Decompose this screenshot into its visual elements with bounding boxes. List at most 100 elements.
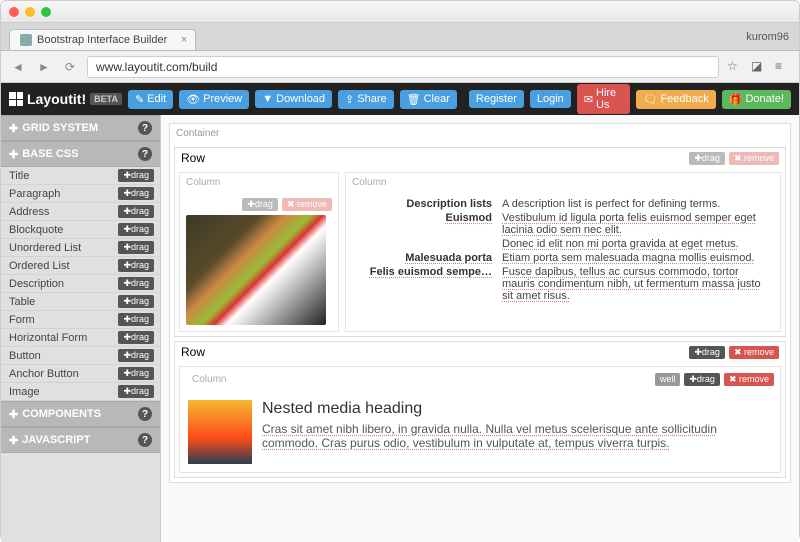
help-icon[interactable]: ? bbox=[138, 433, 152, 447]
column-box[interactable]: Column Description listsA description li… bbox=[345, 172, 781, 332]
close-window-button[interactable] bbox=[9, 7, 19, 17]
sidebar-item-label: Button bbox=[9, 350, 41, 362]
drag-badge[interactable]: ✚drag bbox=[118, 259, 154, 272]
column-label: Column bbox=[346, 173, 780, 192]
edit-button[interactable]: ✎Edit bbox=[128, 90, 173, 109]
sidebar-item-label: Horizontal Form bbox=[9, 332, 87, 344]
drag-badge[interactable]: ✚drag bbox=[118, 187, 154, 200]
drag-badge[interactable]: ✚drag bbox=[118, 277, 154, 290]
help-icon[interactable]: ? bbox=[138, 121, 152, 135]
back-icon[interactable]: ◄ bbox=[9, 58, 27, 76]
preview-button[interactable]: 👁Preview bbox=[179, 90, 249, 109]
sidebar-item-label: Paragraph bbox=[9, 188, 60, 200]
sidebar-item[interactable]: Anchor Button✚drag bbox=[1, 365, 160, 383]
help-icon[interactable]: ? bbox=[138, 407, 152, 421]
sidebar-item[interactable]: Table✚drag bbox=[1, 293, 160, 311]
drag-badge[interactable]: ✚drag bbox=[118, 295, 154, 308]
download-icon: ▼ bbox=[262, 93, 273, 105]
plus-icon-alt: ✚ bbox=[9, 434, 18, 447]
beta-badge: BETA bbox=[90, 93, 122, 105]
drag-badge[interactable]: ✚drag bbox=[118, 385, 154, 398]
sidebar-item[interactable]: Image ✚drag bbox=[1, 383, 160, 401]
brand[interactable]: Layoutit! BETA bbox=[9, 91, 122, 107]
close-tab-icon[interactable]: × bbox=[181, 34, 187, 46]
drag-badge[interactable]: ✚drag bbox=[118, 349, 154, 362]
sidebar-item-label: Form bbox=[9, 314, 35, 326]
item-remove-button[interactable]: ✖ remove bbox=[282, 198, 332, 211]
column-label: Column bbox=[186, 370, 232, 389]
sidebar-item[interactable]: Button ✚drag bbox=[1, 347, 160, 365]
sidebar-item[interactable]: Address✚drag bbox=[1, 203, 160, 221]
sidebar-header-grid[interactable]: ✚ GRID SYSTEM ? bbox=[1, 115, 160, 141]
plus-icon: ✚ bbox=[9, 408, 18, 421]
sidebar-item[interactable]: Unordered List✚drag bbox=[1, 239, 160, 257]
forward-icon[interactable]: ► bbox=[35, 58, 53, 76]
sidebar-item[interactable]: Ordered List ✚drag bbox=[1, 257, 160, 275]
sidebar-header-basecss[interactable]: ✚ BASE CSS ? bbox=[1, 141, 160, 167]
well-button[interactable]: well bbox=[655, 373, 681, 386]
drag-badge[interactable]: ✚drag bbox=[118, 223, 154, 236]
drag-badge[interactable]: ✚drag bbox=[118, 205, 154, 218]
image-placeholder[interactable] bbox=[186, 215, 326, 325]
sidebar-item[interactable]: Blockquote✚drag bbox=[1, 221, 160, 239]
download-button[interactable]: ▼Download bbox=[255, 90, 332, 108]
column-box[interactable]: Column well ✚drag ✖ remove Nested media … bbox=[179, 366, 781, 473]
login-button[interactable]: Login bbox=[530, 90, 571, 108]
url-input[interactable] bbox=[87, 56, 719, 78]
row-remove-button[interactable]: ✖ remove bbox=[729, 346, 779, 359]
row-box[interactable]: Row ✚drag ✖ remove Column ✚drag ✖ remove bbox=[174, 147, 786, 337]
row-remove-button[interactable]: ✖ remove bbox=[729, 152, 779, 165]
register-button[interactable]: Register bbox=[469, 90, 524, 108]
share-icon: ⇪ bbox=[345, 93, 354, 106]
sidebar-header-javascript[interactable]: ✚ JAVASCRIPT ? bbox=[1, 427, 160, 453]
pencil-icon: ✎ bbox=[135, 93, 144, 106]
description-list: Description listsA description list is p… bbox=[352, 198, 774, 302]
plus-icon: ✚ bbox=[9, 122, 18, 135]
row-label: Row bbox=[181, 151, 205, 165]
mail-icon: ✉ bbox=[584, 93, 593, 106]
container-box[interactable]: Container Row ✚drag ✖ remove Column ✚dra… bbox=[169, 123, 791, 483]
drag-badge[interactable]: ✚drag bbox=[118, 169, 154, 182]
hire-us-button[interactable]: ✉Hire Us bbox=[577, 84, 631, 114]
sidebar-item[interactable]: Title ✚drag bbox=[1, 167, 160, 185]
bookmark-icon[interactable]: ☆ bbox=[727, 59, 743, 75]
brand-label: Layoutit! bbox=[27, 91, 86, 107]
drag-badge[interactable]: ✚drag bbox=[118, 331, 154, 344]
plus-icon: ✚ bbox=[9, 148, 18, 161]
sidebar-item-label: Image bbox=[9, 386, 40, 398]
drag-badge[interactable]: ✚drag bbox=[118, 367, 154, 380]
maximize-window-button[interactable] bbox=[41, 7, 51, 17]
sidebar-item[interactable]: Paragraph ✚drag bbox=[1, 185, 160, 203]
window-titlebar bbox=[1, 1, 799, 23]
sidebar-item[interactable]: Horizontal Form ✚drag bbox=[1, 329, 160, 347]
item-remove-button[interactable]: ✖ remove bbox=[724, 373, 774, 386]
minimize-window-button[interactable] bbox=[25, 7, 35, 17]
media-object[interactable]: Nested media heading Cras sit amet nibh … bbox=[180, 392, 780, 472]
sidebar-item[interactable]: Form ✚drag bbox=[1, 311, 160, 329]
extension-icon[interactable]: ◪ bbox=[751, 59, 767, 75]
item-drag-button[interactable]: ✚drag bbox=[684, 373, 720, 386]
column-box[interactable]: Column ✚drag ✖ remove bbox=[179, 172, 339, 332]
clear-button[interactable]: 🗑Clear bbox=[400, 90, 457, 109]
browser-tab[interactable]: Bootstrap Interface Builder × bbox=[9, 29, 196, 50]
row-drag-button[interactable]: ✚drag bbox=[689, 346, 725, 359]
item-drag-button[interactable]: ✚drag bbox=[242, 198, 278, 211]
row-box[interactable]: Row ✚drag ✖ remove Column well ✚drag bbox=[174, 341, 786, 478]
feedback-button[interactable]: 🗨Feedback bbox=[636, 90, 715, 109]
sidebar-item[interactable]: Description✚drag bbox=[1, 275, 160, 293]
sidebar: ✚ GRID SYSTEM ? ✚ BASE CSS ? Title✚dragP… bbox=[1, 115, 161, 542]
brand-grid-icon bbox=[9, 92, 23, 106]
row-drag-button[interactable]: ✚drag bbox=[689, 152, 725, 165]
donate-button[interactable]: 🎁Donate! bbox=[722, 90, 791, 109]
sidebar-item-label: Ordered List bbox=[9, 260, 70, 272]
drag-badge[interactable]: ✚drag bbox=[118, 313, 154, 326]
share-button[interactable]: ⇪Share bbox=[338, 90, 394, 109]
drag-badge[interactable]: ✚drag bbox=[118, 241, 154, 254]
sidebar-header-components[interactable]: ✚ COMPONENTS ? bbox=[1, 401, 160, 427]
help-icon[interactable]: ? bbox=[138, 147, 152, 161]
sidebar-item-label: Title bbox=[9, 170, 29, 182]
media-heading: Nested media heading bbox=[262, 400, 772, 418]
menu-icon[interactable]: ≡ bbox=[775, 59, 791, 75]
reload-icon[interactable]: ⟳ bbox=[61, 58, 79, 76]
favicon-icon bbox=[20, 34, 32, 46]
